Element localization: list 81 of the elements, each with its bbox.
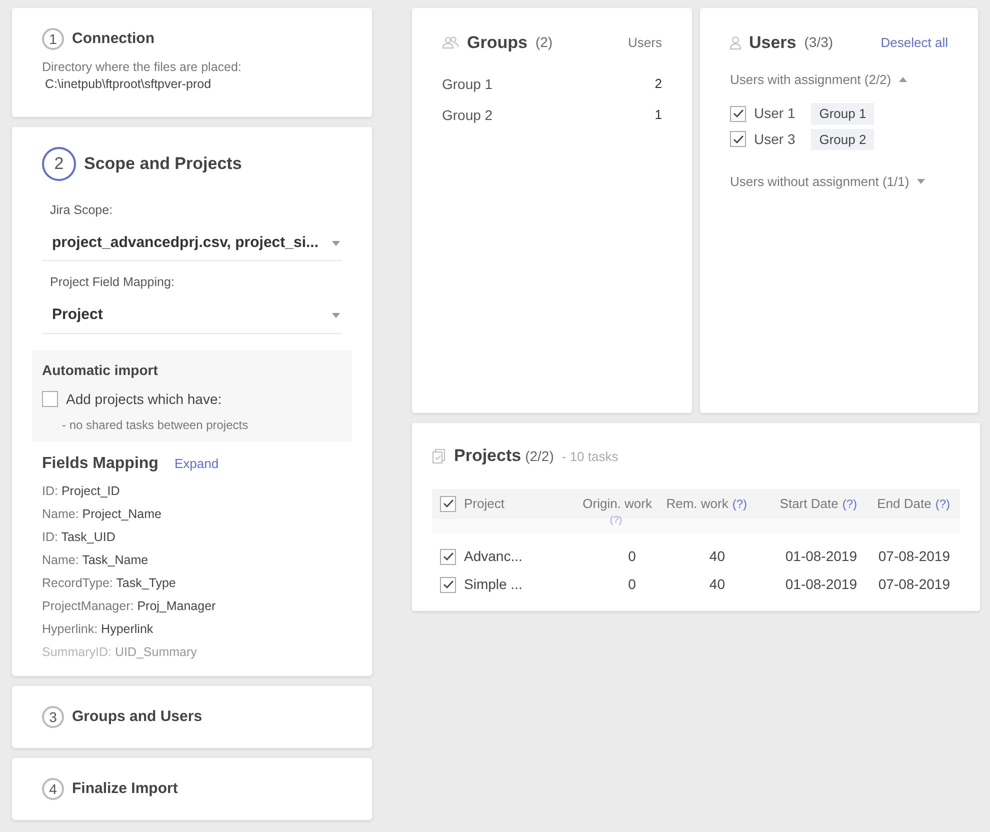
mapping-row-text: RecordType: Task_Type xyxy=(42,574,177,592)
count: (2) xyxy=(535,33,553,52)
step-number: 1 xyxy=(42,28,64,50)
checkbox[interactable] xyxy=(440,548,456,564)
step-title: Scope and Projects xyxy=(84,153,242,176)
column-header: Origin. work xyxy=(582,496,652,511)
user-icon xyxy=(730,36,741,50)
clipboard-icon xyxy=(432,448,446,464)
table-cell-text: Simple ... xyxy=(464,575,522,594)
step-title: Groups and Users xyxy=(72,706,202,727)
caret-down-icon xyxy=(917,179,926,184)
help-link[interactable]: (?) xyxy=(842,496,857,511)
expand-link[interactable]: Expand xyxy=(174,454,219,473)
checkmark-icon xyxy=(442,552,454,561)
user-name: User 1 xyxy=(754,104,796,124)
users-icon xyxy=(442,36,459,50)
table-cell: 07-08-2019 xyxy=(878,576,950,592)
checkmark-icon xyxy=(442,499,454,508)
group-tag: Group 1 xyxy=(811,103,874,124)
count: (3/3) xyxy=(804,33,834,52)
mapping-row-text: ID: Task_UID xyxy=(42,528,116,546)
checkbox[interactable] xyxy=(730,131,746,148)
table-cell: 40 xyxy=(709,576,725,592)
step-title: Connection xyxy=(72,29,154,49)
group-tag: Group 2 xyxy=(811,128,874,150)
directory-label: Directory where the files are placed: xyxy=(42,58,242,74)
checkbox[interactable] xyxy=(730,106,746,122)
caret-up-icon xyxy=(899,76,908,82)
checkbox[interactable] xyxy=(440,576,456,592)
directory-path: C:\inetpub\ftproot\sftpver-prod xyxy=(44,76,212,93)
caret-down-icon xyxy=(332,312,340,318)
table-cell-text: Advanc... xyxy=(464,547,522,566)
table-cell: 0 xyxy=(628,548,636,564)
checkmark-icon xyxy=(732,134,744,144)
mapping-row-text: Hyperlink: Hyperlink xyxy=(42,620,154,638)
checkmark-icon xyxy=(442,580,454,589)
column-header: Rem. work xyxy=(666,496,728,511)
panel-title: Users xyxy=(749,32,796,54)
group-name[interactable]: Group 1 xyxy=(442,74,493,94)
panel-title: Projects xyxy=(454,445,522,467)
group-name[interactable]: Group 2 xyxy=(442,104,493,126)
user-count: 2 xyxy=(654,74,662,92)
section-toggle[interactable]: Users with assignment (2/2) xyxy=(730,70,948,89)
count: (2/2) xyxy=(525,447,554,466)
column-header: Project xyxy=(464,494,504,513)
step-number: 3 xyxy=(42,706,64,728)
field-label: Project Field Mapping: xyxy=(49,274,176,292)
checkbox-label: Add projects which have: xyxy=(66,390,222,409)
step-number: 2 xyxy=(42,147,76,181)
table-cell: 0 xyxy=(628,576,636,592)
table-cell: 01-08-2019 xyxy=(785,576,857,592)
field-label: Jira Scope: xyxy=(49,202,114,219)
mapping-row-text: SummaryID: UID_Summary xyxy=(42,644,198,661)
caret-down-icon xyxy=(332,240,340,246)
checkmark-icon xyxy=(732,109,744,118)
table-cell: 01-08-2019 xyxy=(785,548,857,564)
task-summary: - 10 tasks xyxy=(562,448,618,466)
help-link[interactable]: (?) xyxy=(935,496,950,511)
column-header: Start Date xyxy=(780,496,838,511)
step-title: Finalize Import xyxy=(72,778,178,799)
mapping-row-text: Name: Project_Name xyxy=(42,506,162,523)
user-count: 1 xyxy=(654,106,662,124)
help-link[interactable]: (?) xyxy=(732,496,747,511)
help-link[interactable]: (?) xyxy=(610,512,622,528)
section-title: Automatic import xyxy=(42,360,159,380)
section-toggle[interactable]: Users without assignment (1/1) xyxy=(730,172,948,192)
mapping-row-text: ID: Project_ID xyxy=(42,482,121,500)
table-cell: 07-08-2019 xyxy=(878,548,950,564)
user-name: User 3 xyxy=(754,130,796,149)
checkbox[interactable] xyxy=(42,391,58,407)
step-number: 4 xyxy=(42,778,64,800)
deselect-all-link[interactable]: Deselect all xyxy=(880,33,948,52)
checkbox[interactable] xyxy=(440,496,456,512)
column-header: End Date xyxy=(877,496,932,511)
panel-title: Groups xyxy=(467,32,528,54)
table-cell: 40 xyxy=(709,548,725,564)
mapping-row-text: ProjectManager: Proj_Manager xyxy=(42,598,217,615)
section-title: Fields Mapping xyxy=(42,454,158,474)
column-header: Users xyxy=(628,34,662,52)
note: - no shared tasks between projects xyxy=(61,416,250,434)
mapping-row-text: Name: Task_Name xyxy=(42,552,150,568)
